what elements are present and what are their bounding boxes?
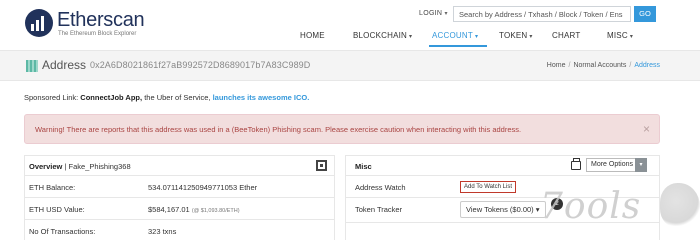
address-hash[interactable]: 0x2A6D8021861f27aB992572D8689017b7A83C98…: [90, 60, 310, 70]
nav-home[interactable]: HOME: [300, 27, 325, 47]
site-header: Etherscan The Ethereum Block Explorer LO…: [0, 0, 700, 50]
print-icon[interactable]: [571, 158, 581, 170]
watermark-splash: [660, 183, 700, 228]
etherscan-logo-icon: [25, 9, 53, 37]
chevron-down-icon: ▾: [629, 34, 634, 40]
view-tokens-dropdown[interactable]: View Tokens ($0.00) ▾: [460, 201, 546, 218]
misc-panel: Misc More Options ▾ Address Watch Add To…: [345, 155, 660, 240]
eth-price: (@ $1,093.80/ETH): [191, 208, 240, 214]
chevron-down-icon[interactable]: ▾: [635, 158, 647, 172]
breadcrumb-current: Address: [634, 62, 660, 69]
search-input[interactable]: [453, 6, 631, 22]
breadcrumb-normal-accounts[interactable]: Normal Accounts: [573, 62, 626, 69]
chevron-down-icon: ▾: [474, 34, 479, 40]
login-caret-icon: ▾: [444, 11, 448, 17]
misc-row-address-watch: Address Watch Add To Watch List: [346, 176, 659, 198]
chevron-down-icon: ▾: [409, 34, 413, 40]
nav-token[interactable]: TOKEN ▾: [499, 27, 533, 47]
sponsor-name: ConnectJob App,: [80, 93, 143, 102]
sponsor-link[interactable]: launches its awesome ICO.: [213, 93, 310, 102]
chevron-down-icon: ▾: [529, 34, 533, 40]
breadcrumb-home[interactable]: Home: [547, 62, 566, 69]
add-to-watch-list-button[interactable]: Add To Watch List: [460, 181, 517, 193]
nav-chart[interactable]: CHART: [552, 27, 580, 47]
misc-row-token-tracker: Token Tracker View Tokens ($0.00) ▾ 2: [346, 198, 659, 223]
address-identicon-icon: [26, 60, 38, 72]
brand-tagline: The Ethereum Block Explorer: [58, 31, 137, 37]
overview-title: Overview | Fake_Phishing368: [29, 162, 131, 171]
phishing-warning-alert: Warning! There are reports that this add…: [24, 114, 660, 144]
eth-usd-value: $584,167.01: [148, 205, 190, 214]
close-icon[interactable]: ×: [643, 122, 650, 136]
chevron-down-icon: ▾: [535, 205, 540, 214]
overview-row-txns: No Of Transactions: 323 txns: [25, 220, 334, 240]
more-options-button[interactable]: More Options: [586, 158, 639, 172]
eth-balance-value: 534.071141250949771053 Ether: [148, 183, 258, 192]
misc-title: Misc: [355, 162, 372, 171]
nav-blockchain[interactable]: BLOCKCHAIN ▾: [353, 27, 412, 47]
login-link[interactable]: LOGIN ▾: [419, 10, 448, 17]
qr-code-icon[interactable]: [316, 160, 327, 171]
search-go-button[interactable]: GO: [634, 6, 656, 22]
nav-account[interactable]: ACCOUNT ▾: [429, 27, 487, 47]
overview-row-usd: ETH USD Value: $584,167.01 (@ $1,093.80/…: [25, 198, 334, 220]
etherscan-logo[interactable]: Etherscan The Ethereum Block Explorer: [25, 7, 155, 41]
warning-text: Warning! There are reports that this add…: [35, 125, 522, 134]
token-count-badge: 2: [551, 198, 563, 210]
address-bar: Address 0x2A6D8021861f27aB992572D8689017…: [0, 50, 700, 81]
txn-count-value[interactable]: 323 txns: [148, 227, 176, 236]
overview-header: Overview | Fake_Phishing368: [25, 156, 334, 176]
login-label: LOGIN: [419, 10, 443, 17]
brand-name: Etherscan: [57, 9, 145, 31]
overview-row-balance: ETH Balance: 534.071141250949771053 Ethe…: [25, 176, 334, 198]
page-title: Address: [42, 58, 87, 72]
overview-panel: Overview | Fake_Phishing368 ETH Balance:…: [24, 155, 335, 240]
nav-misc[interactable]: MISC ▾: [607, 27, 633, 47]
misc-header: Misc More Options ▾: [346, 156, 659, 176]
sponsored-link: Sponsored Link: ConnectJob App, the Uber…: [24, 93, 310, 102]
breadcrumb: Home / Normal Accounts / Address: [546, 62, 660, 69]
